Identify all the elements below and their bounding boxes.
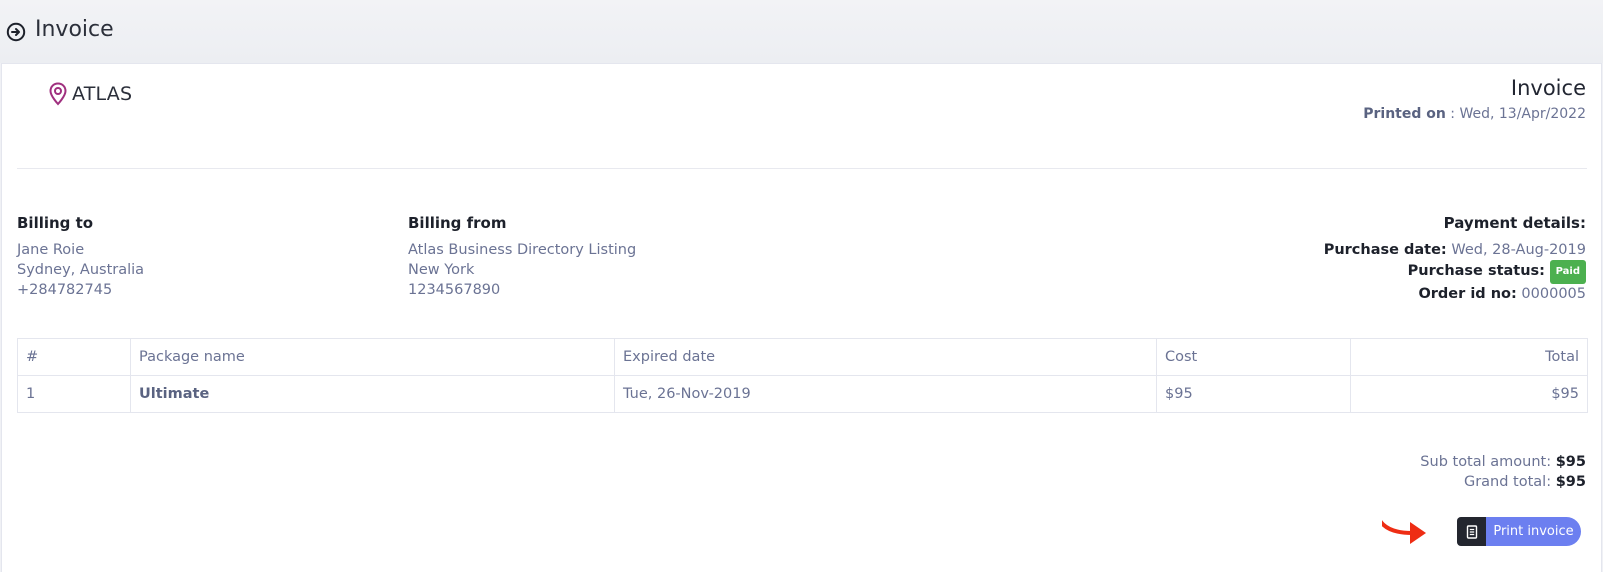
purchase-status-label: Purchase status: [1407,263,1545,279]
purchase-date-label: Purchase date: [1323,242,1447,258]
printed-on-label: Printed on [1363,106,1446,122]
totals-section: Sub total amount: $95 Grand total: $95 [1420,452,1586,492]
purchase-status-row: Purchase status: Paid [1324,260,1586,284]
cell-number: 1 [17,375,131,413]
column-header-number: # [17,338,131,376]
red-curved-arrow-icon [1382,519,1426,544]
grand-total-row: Grand total: $95 [1420,472,1586,492]
billing-to-heading: Billing to [17,214,94,232]
order-id-label: Order id no: [1418,286,1517,302]
invoice-header: Invoice Printed on : Wed, 13/Apr/2022 [1363,76,1586,122]
grand-total-label: Grand total: [1463,474,1552,490]
purchase-date-value: Wed, 28-Aug-2019 [1451,242,1586,258]
printed-on: Printed on : Wed, 13/Apr/2022 [1363,106,1586,122]
billing-from-phone: 1234567890 [408,282,501,298]
order-id-row: Order id no: 0000005 [1324,284,1586,304]
payment-details-section: Payment details: Purchase date: Wed, 28-… [1324,214,1586,304]
brand-name: ATLAS [72,83,133,105]
document-icon [1457,517,1486,546]
invoice-title: Invoice [1510,76,1586,100]
purchase-date-row: Purchase date: Wed, 28-Aug-2019 [1324,240,1586,260]
column-header-expired: Expired date [614,338,1157,376]
status-badge: Paid [1549,260,1586,284]
circle-arrow-right-icon[interactable] [6,22,26,42]
printed-on-separator: : [1445,106,1460,122]
subtotal-value: $95 [1555,454,1586,470]
package-table: # Package name Expired date Cost Total 1… [17,338,1588,413]
billing-to-section: Billing to Jane Roie Sydney, Australia +… [17,214,144,300]
table-header-row: # Package name Expired date Cost Total [17,338,1588,376]
billing-from-heading: Billing from [408,214,507,232]
billing-to-location: Sydney, Australia [17,262,145,278]
map-pin-icon [49,82,67,106]
cell-cost: $95 [1156,375,1351,413]
cell-package-name: Ultimate [130,375,615,413]
billing-from-company: Atlas Business Directory Listing [408,242,637,258]
cell-total: $95 [1350,375,1588,413]
grand-total-value: $95 [1555,474,1586,490]
subtotal-label: Sub total amount: [1420,454,1552,470]
column-header-total: Total [1350,338,1588,376]
billing-to-name: Jane Roie [17,242,85,258]
subtotal-row: Sub total amount: $95 [1420,452,1586,472]
print-invoice-label: Print invoice [1486,517,1581,546]
billing-to-phone: +284782745 [17,282,113,298]
page-title: Invoice [35,17,114,42]
order-id-value: 0000005 [1521,286,1586,302]
billing-from-section: Billing from Atlas Business Directory Li… [408,214,636,300]
payment-heading: Payment details: [1443,214,1586,232]
cell-expired-date: Tue, 26-Nov-2019 [614,375,1157,413]
header-divider [17,168,1587,169]
brand-logo[interactable]: ATLAS [49,82,132,106]
column-header-cost: Cost [1156,338,1351,376]
billing-from-location: New York [408,262,475,278]
print-invoice-button[interactable]: Print invoice [1457,517,1581,546]
column-header-package: Package name [130,338,615,376]
top-bar: Invoice [0,0,1603,63]
table-row: 1 Ultimate Tue, 26-Nov-2019 $95 $95 [17,375,1588,413]
invoice-card: ATLAS Invoice Printed on : Wed, 13/Apr/2… [1,63,1602,572]
printed-on-value: Wed, 13/Apr/2022 [1459,106,1586,122]
